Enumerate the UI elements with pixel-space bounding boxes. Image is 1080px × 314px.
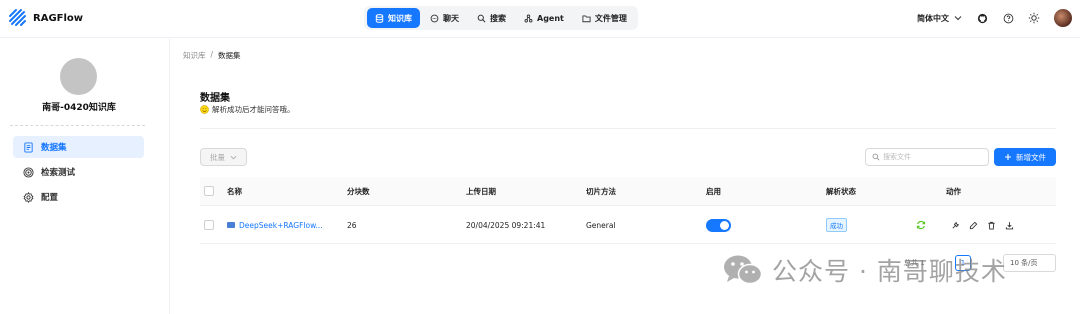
row-checkbox-cell [204, 207, 214, 243]
file-search[interactable] [865, 148, 989, 166]
nav-label: 聊天 [443, 13, 459, 23]
sun-theme-icon[interactable] [1028, 12, 1040, 24]
column-header-name[interactable]: 名称 [227, 177, 242, 205]
nav-item-agent[interactable]: Agent [516, 8, 572, 28]
sidebar: 南哥-0420知识库 数据集 检索测试 配置 [0, 39, 155, 314]
content-divider [169, 39, 170, 314]
sidebar-item-dataset[interactable]: 数据集 [13, 136, 144, 158]
column-header-chunks[interactable]: 分块数 [347, 177, 370, 205]
chunk-method[interactable]: General [586, 207, 616, 243]
knowledge-base-avatar [60, 58, 97, 95]
nav-label: 知识库 [388, 13, 412, 23]
file-name-cell: DeepSeek+RAGFlow... [227, 207, 323, 243]
header-divider [200, 128, 1056, 129]
row-actions [951, 221, 1014, 230]
table-header: 名称 分块数 上传日期 切片方法 启用 解析状态 动作 [200, 177, 1056, 206]
database-icon [375, 13, 384, 23]
knowledge-base-name: 南哥-0420知识库 [42, 103, 116, 113]
sidebar-divider [10, 125, 145, 126]
column-header-enabled: 启用 [706, 186, 721, 196]
nav-label: 搜索 [490, 13, 506, 23]
chunk-count: 26 [347, 220, 357, 230]
page-size-select[interactable]: 10 条/页 [1003, 254, 1056, 272]
edit-icon[interactable] [969, 221, 978, 230]
help-icon[interactable] [1002, 12, 1014, 24]
column-header-chunk-method: 切片方法 [586, 186, 616, 196]
page-title: 数据集 [200, 93, 230, 104]
table-row: DeepSeek+RAGFlow... 26 20/04/2025 09:21:… [200, 207, 1056, 244]
column-header-upload-date[interactable]: 上传日期 [466, 177, 496, 205]
enable-toggle[interactable] [706, 218, 731, 232]
target-icon [23, 166, 34, 178]
sidebar-item-label: 数据集 [41, 143, 67, 153]
parse-status-cell: 成功 [826, 207, 847, 243]
select-all-checkbox[interactable] [204, 186, 214, 196]
actions-cell [951, 207, 1014, 243]
search-icon [872, 153, 880, 161]
refresh-icon[interactable] [916, 220, 926, 230]
language-select[interactable]: 简体中文 [917, 13, 962, 24]
user-avatar[interactable] [1054, 9, 1072, 27]
add-file-button[interactable]: 新增文件 [994, 148, 1056, 166]
row-checkbox[interactable] [204, 220, 214, 230]
file-type-icon [227, 222, 235, 228]
folder-icon [582, 15, 591, 22]
select-all-checkbox-cell [204, 177, 214, 205]
file-name: DeepSeek+RAGFlow... [239, 220, 323, 230]
batch-dropdown[interactable]: 批量 [200, 148, 247, 166]
language-label: 简体中文 [917, 13, 949, 23]
sidebar-item-retrieval-test[interactable]: 检索测试 [13, 161, 144, 183]
delete-icon[interactable] [987, 221, 996, 230]
chevron-down-icon [954, 16, 962, 21]
page-subtitle: 解析成功后才能问答哦。 [200, 104, 295, 115]
wechat-logo-icon [724, 255, 763, 285]
breadcrumb-parent[interactable]: 知识库 [183, 50, 206, 61]
header-tools: 简体中文 [917, 9, 1072, 27]
batch-label: 批量 [210, 152, 225, 162]
gear-icon [23, 191, 34, 203]
download-icon[interactable] [1005, 221, 1014, 230]
app-logo[interactable]: RAGFlow [8, 8, 83, 28]
plus-icon [1005, 154, 1011, 160]
document-icon [24, 141, 33, 153]
nav-item-search[interactable]: 搜索 [469, 8, 514, 28]
sidebar-item-label: 检索测试 [41, 168, 76, 178]
agent-icon [524, 14, 533, 22]
subtitle-text: 解析成功后才能问答哦。 [212, 105, 295, 114]
status-badge: 成功 [826, 218, 847, 232]
smile-emoji-icon [200, 105, 209, 114]
search-input[interactable] [883, 153, 983, 161]
watermark-text: 公众号 · 南哥聊技术 [772, 257, 1007, 286]
nav-label: Agent [537, 13, 564, 23]
sidebar-item-label: 配置 [41, 193, 59, 203]
breadcrumb-current: 数据集 [218, 51, 241, 60]
sidebar-item-config[interactable]: 配置 [13, 186, 144, 208]
column-header-actions: 动作 [946, 186, 961, 196]
add-file-label: 新增文件 [1016, 152, 1046, 162]
nav-label: 文件管理 [594, 13, 627, 23]
github-icon[interactable] [976, 12, 988, 24]
chat-icon [430, 14, 439, 22]
ragflow-logo-icon [9, 9, 26, 26]
column-header-parse-status: 解析状态 [826, 186, 856, 196]
nav-item-knowledge-base[interactable]: 知识库 [367, 8, 420, 28]
main-nav: 知识库 聊天 搜索 Agent 文件管理 [364, 6, 638, 30]
chevron-down-icon [230, 155, 237, 159]
nav-item-file-management[interactable]: 文件管理 [574, 8, 635, 28]
tool-icon[interactable] [951, 221, 960, 230]
reparse-cell [916, 207, 926, 243]
enabled-cell [706, 207, 731, 243]
file-name-link[interactable]: DeepSeek+RAGFlow... [227, 221, 323, 230]
app-name: RAGFlow [33, 12, 84, 24]
upload-date: 20/04/2025 09:21:41 [466, 220, 546, 230]
nav-item-chat[interactable]: 聊天 [422, 8, 467, 28]
watermark: 公众号 · 南哥聊技术 [722, 252, 1007, 288]
breadcrumb-separator: / [210, 50, 214, 59]
top-bar: RAGFlow 知识库 聊天 搜索 Agent 文件管理 简体中文 [0, 0, 1080, 38]
search-icon [477, 14, 486, 22]
breadcrumb: 知识库 / 数据集 [183, 50, 241, 61]
